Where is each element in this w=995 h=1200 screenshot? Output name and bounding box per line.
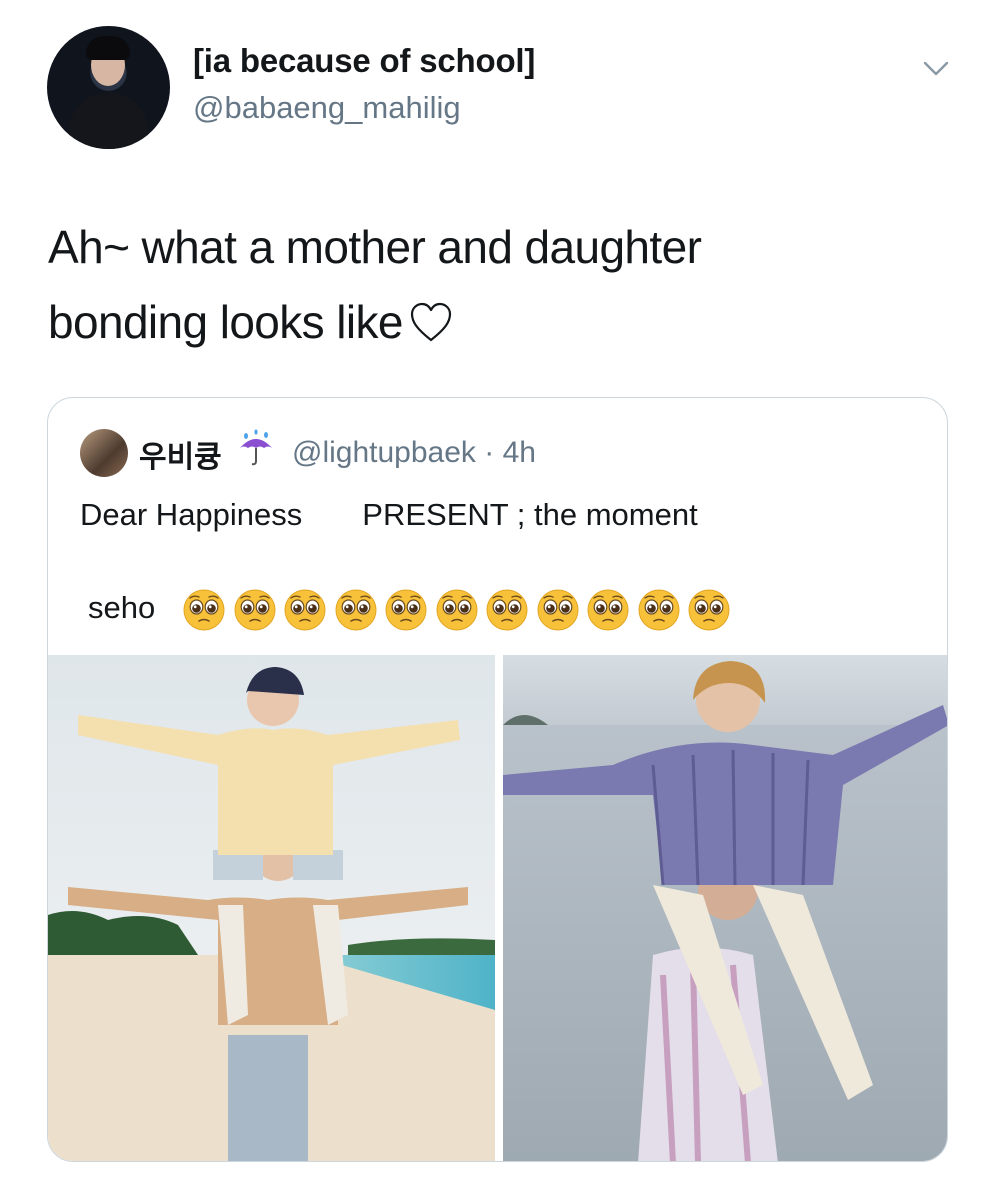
quoted-tweet-card[interactable]: 우비큥 @lightupbaek · 4h Dear Happiness PRES… xyxy=(47,397,948,1162)
quoted-handle-time[interactable]: @lightupbaek · 4h xyxy=(292,436,536,470)
tweet-text-line1: Ah~ what a mother and daughter xyxy=(48,221,702,273)
pleading-face-icon xyxy=(284,589,326,631)
pleading-face-icon xyxy=(486,589,528,631)
chevron-down-icon[interactable] xyxy=(922,54,950,82)
quoted-author-name[interactable]: 우비큥 xyxy=(139,432,222,476)
tweet-text-line2-wrap: bonding looks like xyxy=(48,285,928,360)
quoted-text-part2: PRESENT ; the moment xyxy=(362,497,698,532)
quoted-text-line1: Dear Happiness PRESENT ; the moment xyxy=(80,497,940,533)
pleading-face-icon xyxy=(436,589,477,631)
white-heart-icon xyxy=(410,302,451,342)
pleading-face-icon xyxy=(537,589,578,631)
beach-photo-left[interactable] xyxy=(48,655,495,1161)
pleading-face-icon xyxy=(385,589,427,631)
quoted-text-part1: Dear Happiness xyxy=(80,497,303,532)
photo-icon xyxy=(503,655,947,1161)
photo-icon xyxy=(48,655,495,1161)
pleading-face-icon xyxy=(638,589,679,631)
pleading-face-icon xyxy=(234,589,275,631)
author-avatar[interactable] xyxy=(47,26,170,149)
quoted-text-line2: seho xyxy=(88,590,156,625)
pleading-face-icon xyxy=(335,589,376,631)
author-display-name[interactable]: [ia because of school] xyxy=(193,42,535,80)
beach-photo-right[interactable] xyxy=(503,655,947,1161)
tweet-text: Ah~ what a mother and daughter bonding l… xyxy=(48,210,928,360)
umbrella-with-rain-drops-icon xyxy=(240,429,272,466)
author-handle[interactable]: @babaeng_mahilig xyxy=(193,90,461,126)
pleading-face-icon xyxy=(183,589,225,631)
pleading-face-icon xyxy=(688,589,730,631)
tweet-text-line2: bonding looks like xyxy=(48,296,403,348)
quoted-author-avatar[interactable] xyxy=(80,429,128,477)
pleading-face-icon xyxy=(587,589,629,631)
